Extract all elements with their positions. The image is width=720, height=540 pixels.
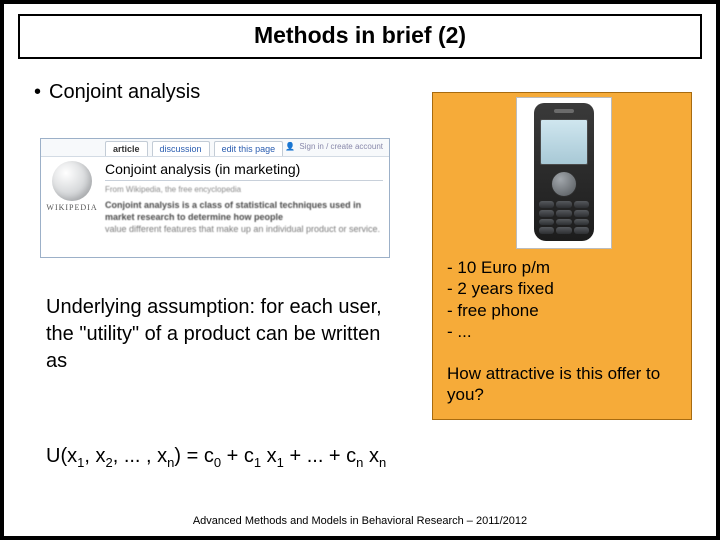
offer-question: How attractive is this offer to you? (447, 363, 677, 406)
wiki-logo: WIKIPEDIA (45, 161, 99, 212)
wiki-brand: WIKIPEDIA (45, 203, 99, 212)
utility-equation: U(x1, x2, ... , xn) = c0 + c1 x1 + ... +… (46, 445, 386, 470)
wiki-heading: Conjoint analysis (in marketing) (105, 161, 383, 177)
offer-item: free phone (447, 300, 554, 321)
wiki-paragraph: Conjoint analysis is a class of statisti… (105, 199, 383, 235)
phone-icon (534, 103, 594, 241)
bullet-text: Conjoint analysis (49, 81, 200, 103)
product-offer-box: 10 Euro p/m 2 years fixed free phone ...… (432, 92, 692, 420)
wiki-tab-discussion: discussion (152, 141, 210, 156)
offer-item: 2 years fixed (447, 278, 554, 299)
wiki-signin: 👤 Sign in / create account (283, 142, 383, 151)
assumption-text: Underlying assumption: for each user, th… (46, 294, 401, 375)
offer-item: ... (447, 321, 554, 342)
phone-image (516, 97, 612, 249)
slide-footer: Advanced Methods and Models in Behaviora… (4, 515, 716, 527)
slide-title: Methods in brief (2) (18, 14, 702, 59)
offer-list: 10 Euro p/m 2 years fixed free phone ... (447, 257, 554, 342)
wiki-subheading: From Wikipedia, the free encyclopedia (105, 185, 383, 194)
wiki-tab-article: article (105, 141, 148, 156)
wiki-tab-edit: edit this page (214, 141, 284, 156)
offer-item: 10 Euro p/m (447, 257, 554, 278)
bullet-dot: • (34, 81, 41, 103)
wikipedia-snippet: article discussion edit this page 👤 Sign… (40, 138, 390, 258)
wiki-globe-icon (52, 161, 92, 201)
